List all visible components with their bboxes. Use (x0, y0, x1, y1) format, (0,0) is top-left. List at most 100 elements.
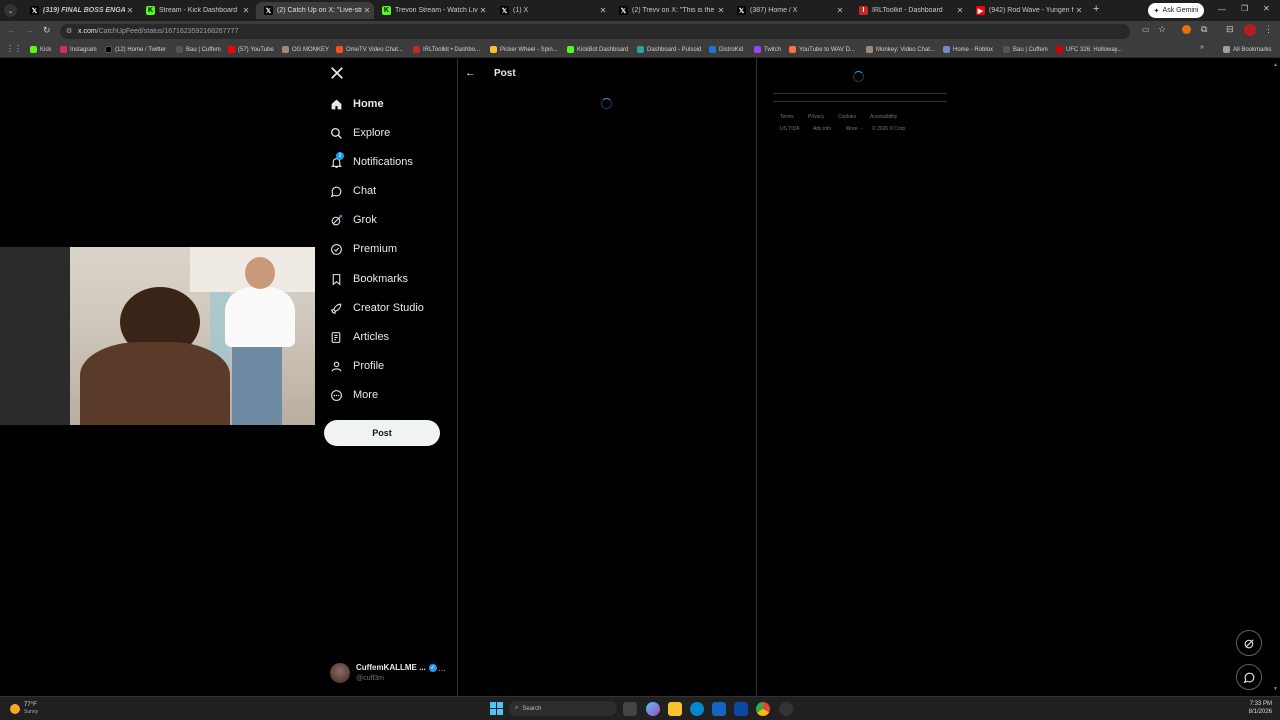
nav-home[interactable]: Home (330, 92, 384, 116)
browser-tab[interactable]: 𝕏 (1) X ✕ (492, 2, 610, 19)
start-button[interactable] (490, 702, 503, 715)
bookmark-item[interactable]: Twitch (754, 44, 781, 55)
footer-link-us-tida[interactable]: US TIDA (780, 126, 800, 132)
reload-icon[interactable]: ↻ (43, 25, 51, 36)
bookmark-item[interactable]: Monkey: Video Chat... (866, 44, 935, 55)
browser-tab[interactable]: K Stream - Kick Dashboard ✕ (138, 2, 253, 19)
puzzle-icon[interactable]: ⧉ (1201, 24, 1207, 35)
nav-profile[interactable]: Profile (330, 354, 384, 378)
back-icon[interactable]: ← (7, 25, 16, 35)
browser-tab-active[interactable]: 𝕏 (2) Catch Up on X: "Live-stream ✕ (256, 2, 374, 19)
browser-tab[interactable]: ▶ (942) Rod Wave - Yungen ft. Ja ✕ (968, 2, 1086, 19)
browser-tab[interactable]: 𝕏 (319) FINAL BOSS ENGAGED o ✕ (22, 2, 137, 19)
apps-icon[interactable]: ⋮⋮ (6, 44, 22, 53)
forward-icon[interactable]: → (25, 25, 34, 35)
close-tab-icon[interactable]: ✕ (835, 6, 845, 15)
file-explorer-icon[interactable] (623, 702, 637, 716)
close-tab-icon[interactable]: ✕ (241, 6, 251, 15)
edge-icon[interactable] (690, 702, 704, 716)
bookmark-item[interactable]: Bau | Cuffem (176, 44, 221, 55)
scroll-down-icon[interactable]: ▼ (1273, 686, 1278, 692)
close-tab-icon[interactable]: ✕ (1074, 6, 1084, 15)
taskbar-search[interactable]: ⌕ Search (509, 701, 617, 716)
nav-chat[interactable]: Chat (330, 179, 376, 203)
close-tab-icon[interactable]: ✕ (716, 6, 726, 15)
page-scrollbar[interactable]: ▲ ▼ (1273, 58, 1279, 696)
bookmark-item[interactable]: UFC 326: Holloway... (1056, 44, 1122, 55)
back-arrow-icon[interactable]: ← (465, 67, 476, 79)
folder-icon[interactable] (668, 702, 682, 716)
nav-articles[interactable]: Articles (330, 325, 389, 349)
bookmark-item[interactable]: KickBot Dashboard (567, 44, 628, 55)
footer-link-cookies[interactable]: Cookies (838, 114, 856, 120)
notification-badge: 2 (336, 152, 344, 160)
bookmark-item[interactable]: Instagram (60, 44, 97, 55)
browser-tab[interactable]: K Trevon Stream - Watch Live on ✕ (374, 2, 490, 19)
site-info-icon[interactable]: ⚙ (66, 27, 72, 35)
close-window-icon[interactable]: ✕ (1263, 4, 1270, 13)
footer-link-ads-info[interactable]: Ads info (813, 126, 831, 132)
close-tab-icon[interactable]: ✕ (125, 6, 135, 15)
wheel-icon (490, 46, 497, 53)
close-tab-icon[interactable]: ✕ (362, 6, 372, 15)
footer-link-terms[interactable]: Terms (780, 114, 794, 120)
bookmarks-overflow-icon[interactable]: » (1200, 44, 1204, 51)
browser-tab[interactable]: 𝕏 (2) Trevv on X: "This is the clip ✕ (611, 2, 728, 19)
bookmark-item[interactable]: Picker Wheel - Spin... (490, 44, 558, 55)
copilot-icon[interactable] (646, 702, 660, 716)
nav-more[interactable]: More (330, 383, 378, 407)
sidebar-icon[interactable]: ⊟ (1226, 24, 1234, 35)
bookmark-item[interactable]: (12) Home / Twitter (105, 44, 166, 55)
close-tab-icon[interactable]: ✕ (955, 6, 965, 15)
bookmark-item[interactable]: Dashboard - Pulsoid (637, 44, 701, 55)
chrome-icon[interactable] (756, 702, 770, 716)
browser-tab[interactable]: I IRLToolkit - Dashboard ✕ (851, 2, 967, 19)
bookmark-item[interactable]: OG MONKEY (282, 44, 329, 55)
footer-link-privacy[interactable]: Privacy (808, 114, 824, 120)
bookmark-item[interactable]: OmeTV Video Chat... (336, 44, 403, 55)
irl-icon (413, 46, 420, 53)
tab-search-icon[interactable]: ⌄ (4, 4, 17, 17)
cast-icon[interactable]: ▭ (1142, 25, 1150, 34)
bookmark-item[interactable]: Kick (30, 44, 51, 55)
footer-link-more[interactable]: More ··· (846, 126, 864, 132)
ask-gemini-button[interactable]: ✦ Ask Gemini (1148, 3, 1204, 18)
bookmark-item[interactable]: DistroKid (709, 44, 743, 55)
all-bookmarks-folder[interactable]: All Bookmarks (1223, 44, 1271, 55)
store-icon[interactable] (712, 702, 726, 716)
extension-icon[interactable] (1182, 25, 1191, 34)
nav-grok[interactable]: Grok (330, 208, 377, 232)
close-tab-icon[interactable]: ✕ (478, 6, 488, 15)
scroll-up-icon[interactable]: ▲ (1273, 62, 1278, 68)
weather-widget[interactable]: 77°F Sunny (10, 700, 38, 718)
close-tab-icon[interactable]: ✕ (598, 6, 608, 15)
nav-bookmarks[interactable]: Bookmarks (330, 267, 408, 291)
footer-link-accessibility[interactable]: Accessibility (870, 114, 897, 120)
maximize-icon[interactable]: ❐ (1241, 4, 1248, 13)
system-clock[interactable]: 7:33 PM 8/1/2026 (1236, 700, 1272, 716)
browser-tab[interactable]: 𝕏 (387) Home / X ✕ (729, 2, 847, 19)
bookmark-item[interactable]: Bau | Cuffem (1003, 44, 1048, 55)
account-switcher[interactable]: CuffemKALLME ... ✓ @cuff3m ··· (328, 660, 450, 688)
bookmark-item[interactable]: YouTube to WAV D... (789, 44, 855, 55)
bookmark-item[interactable]: Home - Roblox (943, 44, 993, 55)
app-icon[interactable] (734, 702, 748, 716)
new-tab-button[interactable]: + (1093, 3, 1099, 15)
bookmark-item[interactable]: IRLToolkit • Dashbo... (413, 44, 480, 55)
nav-explore[interactable]: Explore (330, 121, 390, 145)
star-icon[interactable]: ☆ (1158, 24, 1166, 35)
grok-fab[interactable] (1236, 630, 1262, 656)
nav-premium[interactable]: Premium (330, 237, 397, 261)
profile-avatar[interactable] (1244, 24, 1256, 36)
nav-creator-studio[interactable]: Creator Studio (330, 296, 424, 320)
minimize-icon[interactable]: — (1218, 5, 1226, 14)
x-logo-icon[interactable] (330, 66, 346, 82)
nav-notifications[interactable]: Notifications 2 (330, 150, 413, 174)
post-button[interactable]: Post (324, 420, 440, 446)
address-bar[interactable]: ⚙ x.com /CatchUpFeed/status/167162359216… (60, 24, 1130, 39)
messages-fab[interactable] (1236, 664, 1262, 690)
obs-icon[interactable] (779, 702, 793, 716)
account-more-icon[interactable]: ··· (438, 666, 446, 675)
menu-icon[interactable]: ⋮ (1264, 24, 1273, 35)
bookmark-item[interactable]: (57) YouTube (228, 44, 274, 55)
